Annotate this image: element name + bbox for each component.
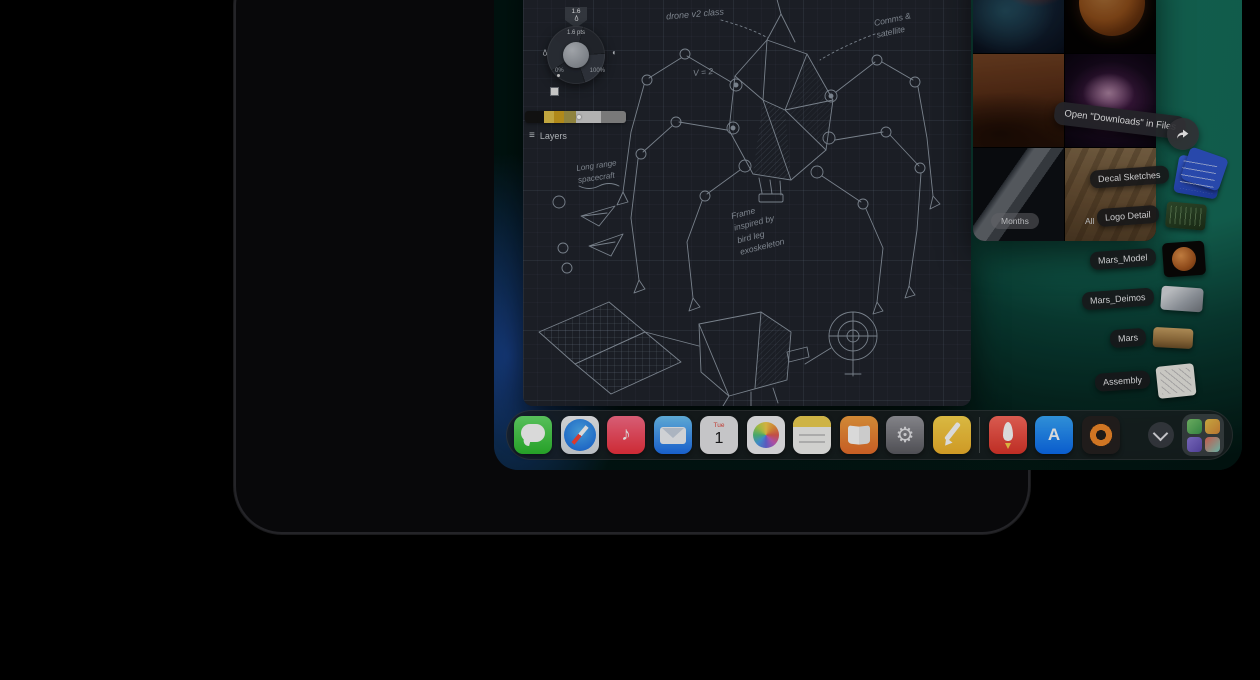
app-library-button[interactable]: [1182, 414, 1224, 456]
drag-item-mars[interactable]: Mars: [1110, 328, 1193, 348]
opacity-contrast-icon[interactable]: ◐: [612, 49, 617, 57]
app-library-tile: [1187, 419, 1202, 434]
dock-app-calendar[interactable]: Tue 1: [700, 416, 738, 454]
ipad-device: ⊞ Concepts_blue... ⠿ ≡ 59% 90° PRO ↧ ↥: [236, 0, 1028, 532]
drag-item-thumbnail[interactable]: [1153, 327, 1194, 349]
layers-button[interactable]: ≡ Layers: [529, 130, 567, 141]
ipad-screen: ⊞ Concepts_blue... ⠿ ≡ 59% 90° PRO ↧ ↥: [494, 0, 1242, 470]
calendar-date: 1: [715, 431, 724, 447]
color-swatch[interactable]: [550, 87, 559, 96]
drawing-canvas[interactable]: drone v2 class Comms & satellite V = 2 L…: [523, 0, 971, 406]
app-library-tile: [1205, 419, 1220, 434]
dock: ♪ Tue 1 ⚙ A: [506, 410, 1233, 460]
dock-app-music[interactable]: ♪: [607, 416, 645, 454]
dock-app-photos[interactable]: [747, 416, 785, 454]
dock-hide-chevron-button[interactable]: [1148, 422, 1174, 448]
palette-color-yellow[interactable]: [544, 111, 554, 123]
drag-item-label: Assembly: [1094, 370, 1150, 392]
screen-content: ⊞ Concepts_blue... ⠿ ≡ 59% 90° PRO ↧ ↥: [494, 0, 1242, 470]
drag-item-assembly[interactable]: Assembly: [1095, 365, 1195, 397]
drag-item-label: Logo Detail: [1096, 205, 1159, 227]
app-library-tile: [1187, 437, 1202, 452]
dock-app-pencil-sketch[interactable]: [933, 416, 971, 454]
dock-app-messages[interactable]: [514, 416, 552, 454]
pen-icon: [573, 15, 580, 22]
drag-item-thumbnail[interactable]: [1173, 154, 1223, 199]
drag-item-decal-sketches[interactable]: Decal Sketches: [1090, 158, 1220, 196]
concepts-app-window: ⊞ Concepts_blue... ⠿ ≡ 59% 90° PRO ↧ ↥: [523, 0, 971, 406]
drop-forward-badge: [1167, 118, 1199, 150]
app-library-tile: [1205, 437, 1220, 452]
dock-app-notes[interactable]: [793, 416, 831, 454]
palette-color-gray[interactable]: [601, 111, 626, 123]
calendar-day: Tue: [714, 423, 725, 430]
dock-app-mail[interactable]: [654, 416, 692, 454]
dock-app-safari[interactable]: [561, 416, 599, 454]
drag-item-mars-deimos[interactable]: Mars_Deimos: [1082, 287, 1203, 311]
brush-size-value: 1.6: [571, 8, 580, 15]
dock-app-rocket[interactable]: [989, 416, 1027, 454]
appstore-a-icon: A: [1048, 425, 1060, 445]
tool-wheel-core[interactable]: [563, 42, 589, 68]
drag-item-label: Mars_Model: [1089, 248, 1156, 271]
dock-divider: [979, 417, 980, 453]
palette-selection-dot: [577, 115, 581, 119]
pen-icon[interactable]: [541, 49, 549, 59]
handwritten-annotation: V = 2: [692, 65, 713, 79]
layers-label: Layers: [540, 131, 567, 141]
dock-app-orange-lens[interactable]: [1082, 416, 1120, 454]
drag-item-thumbnail[interactable]: [1164, 201, 1206, 230]
color-palette-strip: [525, 111, 626, 123]
drag-item-mars-model[interactable]: Mars_Model: [1090, 242, 1205, 276]
dock-app-settings[interactable]: ⚙: [886, 416, 924, 454]
drag-item-thumbnail[interactable]: [1155, 363, 1196, 399]
palette-color-black[interactable]: [525, 111, 544, 123]
brush-size-label: 1.6 pts: [547, 30, 605, 36]
layers-menu-icon: ≡: [529, 130, 535, 141]
music-note-icon: ♪: [621, 424, 631, 446]
drag-item-label: Mars: [1109, 328, 1146, 348]
tool-wheel[interactable]: 1.6 1.6 pts ◐ 0% 100%: [541, 0, 613, 93]
opacity-min-label: 0%: [555, 68, 564, 74]
dock-app-appstore[interactable]: A: [1035, 416, 1073, 454]
forward-arrow-icon: [1175, 126, 1191, 142]
drag-item-thumbnail[interactable]: [1161, 241, 1205, 278]
brush-size-pointer[interactable]: 1.6: [565, 7, 587, 28]
tab-months[interactable]: Months: [991, 213, 1039, 229]
gear-icon: ⚙: [896, 423, 915, 448]
drag-item-thumbnail[interactable]: [1160, 286, 1204, 313]
palette-color-olive[interactable]: [564, 111, 576, 123]
drag-item-label: Decal Sketches: [1089, 165, 1169, 188]
drag-item-logo-detail[interactable]: Logo Detail: [1097, 203, 1206, 229]
dock-app-books[interactable]: [840, 416, 878, 454]
palette-color-gold[interactable]: [554, 111, 564, 123]
opacity-max-label: 100%: [590, 68, 605, 74]
drag-item-label: Mars_Deimos: [1081, 288, 1154, 311]
